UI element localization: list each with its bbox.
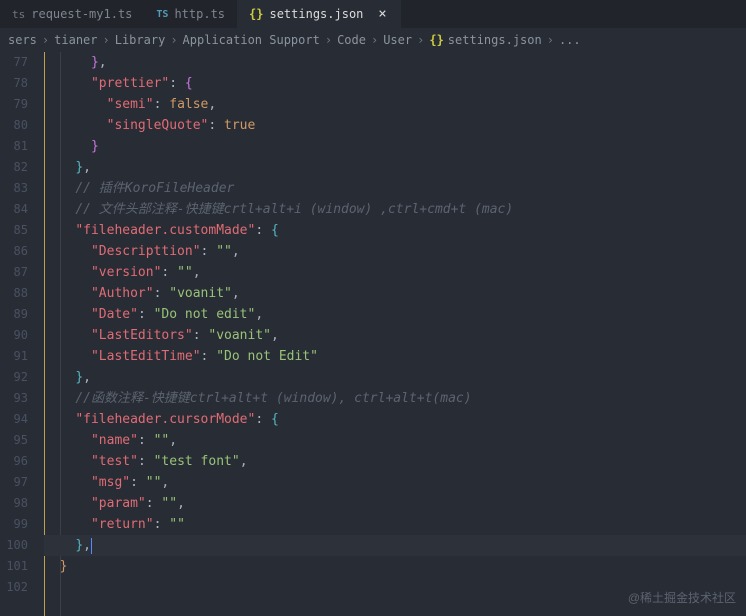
tab-settings-json[interactable]: {} settings.json × [237,0,401,28]
code-line[interactable]: "version": "", [44,262,746,283]
code-line[interactable]: } [44,136,746,157]
breadcrumb-part[interactable]: User [383,33,412,47]
chevron-right-icon: › [417,33,424,47]
code-line[interactable]: "msg": "", [44,472,746,493]
code-line[interactable]: "test": "test font", [44,451,746,472]
code-line[interactable]: "fileheader.cursorMode": { [44,409,746,430]
code-line[interactable]: "Date": "Do not edit", [44,304,746,325]
code-line[interactable]: }, [44,535,746,556]
code-line[interactable]: "LastEditors": "voanit", [44,325,746,346]
line-number-gutter: 7778798081828384858687888990919293949596… [0,52,44,616]
line-number: 100 [0,535,28,556]
code-line[interactable]: "LastEditTime": "Do not Edit" [44,346,746,367]
line-number: 89 [0,304,28,325]
code-line[interactable]: } [44,556,746,577]
tab-request-my1[interactable]: ts request-my1.ts [0,0,144,28]
line-number: 85 [0,220,28,241]
line-number: 83 [0,178,28,199]
code-line[interactable]: "Author": "voanit", [44,283,746,304]
code-line[interactable]: // 插件KoroFileHeader [44,178,746,199]
code-lines[interactable]: }, "prettier": { "semi": false, "singleQ… [44,52,746,598]
breadcrumb-tail[interactable]: ... [559,33,581,47]
line-number: 86 [0,241,28,262]
code-line[interactable]: }, [44,367,746,388]
tab-label: settings.json [269,7,363,21]
line-number: 88 [0,283,28,304]
chevron-right-icon: › [170,33,177,47]
code-line[interactable]: "param": "", [44,493,746,514]
line-number: 82 [0,157,28,178]
chevron-right-icon: › [371,33,378,47]
json-icon: {} [249,7,263,21]
line-number: 95 [0,430,28,451]
breadcrumb-part[interactable]: tianer [54,33,97,47]
ts-icon: TS [156,9,168,20]
code-line[interactable]: }, [44,52,746,73]
line-number: 81 [0,136,28,157]
line-number: 96 [0,451,28,472]
line-number: 90 [0,325,28,346]
code-line[interactable]: "fileheader.customMade": { [44,220,746,241]
line-number: 78 [0,73,28,94]
code-editor[interactable]: 7778798081828384858687888990919293949596… [0,52,746,616]
breadcrumb-part[interactable]: sers [8,33,37,47]
ts-icon: ts [12,8,25,21]
line-number: 97 [0,472,28,493]
tab-http-ts[interactable]: TS http.ts [144,0,237,28]
chevron-right-icon: › [547,33,554,47]
line-number: 77 [0,52,28,73]
code-line[interactable]: // 文件头部注释-快捷键crtl+alt+i (window) ,ctrl+c… [44,199,746,220]
code-area[interactable]: }, "prettier": { "semi": false, "singleQ… [44,52,746,616]
breadcrumb[interactable]: sers › tianer › Library › Application Su… [0,28,746,52]
line-number: 93 [0,388,28,409]
line-number: 79 [0,94,28,115]
breadcrumb-part[interactable]: Code [337,33,366,47]
line-number: 98 [0,493,28,514]
code-line[interactable]: "singleQuote": true [44,115,746,136]
code-line[interactable]: "Descripttion": "", [44,241,746,262]
line-number: 92 [0,367,28,388]
line-number: 101 [0,556,28,577]
tab-label: request-my1.ts [31,7,132,21]
tab-bar: ts request-my1.ts TS http.ts {} settings… [0,0,746,28]
json-icon: {} [429,33,443,47]
line-number: 99 [0,514,28,535]
line-number: 80 [0,115,28,136]
code-line[interactable]: //函数注释-快捷键ctrl+alt+t (window), ctrl+alt+… [44,388,746,409]
breadcrumb-part[interactable]: Application Support [183,33,320,47]
chevron-right-icon: › [103,33,110,47]
chevron-right-icon: › [42,33,49,47]
breadcrumb-file[interactable]: {} settings.json [429,33,541,47]
tab-label: http.ts [174,7,225,21]
code-line[interactable]: "semi": false, [44,94,746,115]
line-number: 102 [0,577,28,598]
code-line[interactable]: "prettier": { [44,73,746,94]
breadcrumb-part[interactable]: Library [115,33,166,47]
code-line[interactable]: }, [44,157,746,178]
code-line[interactable]: "return": "" [44,514,746,535]
chevron-right-icon: › [325,33,332,47]
line-number: 87 [0,262,28,283]
close-icon[interactable]: × [375,7,389,21]
line-number: 91 [0,346,28,367]
code-line[interactable]: "name": "", [44,430,746,451]
watermark: @稀土掘金技术社区 [628,589,736,606]
line-number: 94 [0,409,28,430]
line-number: 84 [0,199,28,220]
